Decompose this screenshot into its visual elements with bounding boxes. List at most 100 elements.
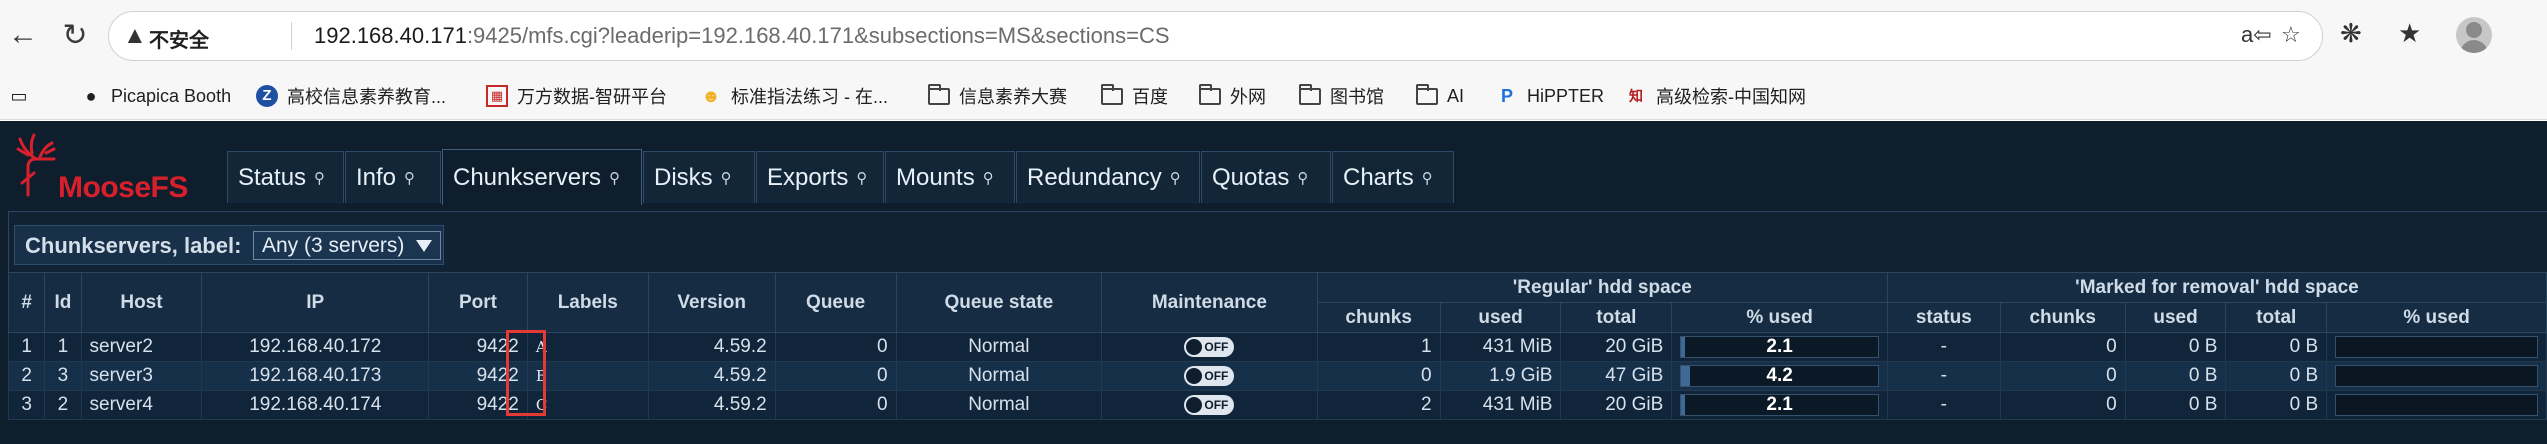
col-maintenance[interactable]: Maintenance (1101, 272, 1318, 333)
tab-redundancy[interactable]: Redundancy ⚲ (1016, 151, 1200, 203)
pin-icon[interactable]: ⚲ (983, 169, 994, 187)
back-icon[interactable]: ← (4, 16, 42, 54)
bookmark-cnki[interactable]: 知高级检索-中国知网 (1625, 82, 1806, 110)
tab-disks[interactable]: Disks ⚲ (643, 151, 755, 203)
col-removal-used[interactable]: used (2124, 302, 2227, 333)
col-id[interactable]: Id (44, 272, 82, 333)
cell-removal-total: 0 B (2225, 332, 2328, 362)
favorites-icon[interactable]: ★ (2398, 18, 2421, 49)
cell-removal-chunks: 0 (1999, 361, 2126, 391)
tab-exports[interactable]: Exports ⚲ (756, 151, 884, 203)
table-row[interactable]: 1 1 server2 192.168.40.172 9422 A 4.59.2… (7, 332, 2547, 362)
cell-used: 431 MiB (1439, 332, 1562, 362)
warning-icon[interactable]: ▲ (123, 22, 147, 50)
col-version[interactable]: Version (647, 272, 776, 333)
usage-bar: 2.1 (1680, 394, 1879, 416)
url-separator (291, 22, 292, 50)
cnki-icon: 知 (1629, 88, 1643, 104)
bookmark-folder-ai[interactable]: AI (1416, 82, 1464, 110)
url-text[interactable]: 192.168.40.171:9425/mfs.cgi?leaderip=192… (314, 23, 1170, 49)
pin-icon[interactable]: ⚲ (1297, 169, 1308, 187)
refresh-icon[interactable]: ↻ (56, 16, 94, 54)
col-removal-status[interactable]: status (1886, 302, 2001, 333)
bookmark-folder-baidu[interactable]: 百度 (1101, 82, 1168, 110)
cell-used: 1.9 GiB (1439, 361, 1562, 391)
col-used[interactable]: used (1439, 302, 1562, 333)
col-queue[interactable]: Queue (774, 272, 897, 333)
pin-icon[interactable]: ⚲ (856, 169, 867, 187)
cell-version: 4.59.2 (647, 390, 776, 420)
cell-num: 1 (7, 332, 46, 362)
bookmark-folder-library[interactable]: 图书馆 (1299, 82, 1384, 110)
cell-removal-total: 0 B (2225, 361, 2328, 391)
bookmark-folder-waiwang[interactable]: 外网 (1199, 82, 1266, 110)
folder-icon (1416, 83, 1438, 105)
col-removal-total[interactable]: total (2225, 302, 2328, 333)
extensions-icon[interactable]: ❋ (2340, 18, 2362, 49)
cell-queue-state: Normal (895, 332, 1103, 362)
tab-status[interactable]: Status ⚲ (227, 151, 344, 203)
tab-mounts[interactable]: Mounts ⚲ (885, 151, 1015, 203)
cell-ip: 192.168.40.173 (201, 361, 430, 391)
tab-info[interactable]: Info ⚲ (345, 151, 441, 203)
col-queue-state[interactable]: Queue state (895, 272, 1103, 333)
z-icon: Z (256, 85, 278, 107)
cell-removal-chunks: 0 (1999, 390, 2126, 420)
pin-icon[interactable]: ⚲ (314, 169, 325, 187)
bookmarks-menu-icon[interactable]: ▭ (8, 82, 39, 110)
bookmark-gaoxiao[interactable]: Z 高校信息素养教育... (256, 82, 446, 110)
moosefs-logo[interactable]: MooseFS (14, 133, 214, 204)
pin-icon[interactable]: ⚲ (1170, 169, 1181, 187)
pin-icon[interactable]: ⚲ (1422, 169, 1433, 187)
cell-maintenance: OFF (1101, 390, 1318, 420)
col-labels[interactable]: Labels (526, 272, 649, 333)
col-ip[interactable]: IP (201, 272, 430, 333)
bookmark-folder-xinxi[interactable]: 信息素养大赛 (928, 82, 1067, 110)
col-num[interactable]: # (7, 272, 46, 333)
tab-charts[interactable]: Charts ⚲ (1332, 151, 1454, 203)
tab-chunkservers[interactable]: Chunkservers ⚲ (442, 149, 642, 205)
address-bar[interactable]: ▲ 不安全 192.168.40.171:9425/mfs.cgi?leader… (108, 11, 2323, 61)
cell-num: 2 (7, 361, 46, 391)
cell-removal-status: - (1886, 390, 2001, 420)
profile-avatar[interactable] (2456, 17, 2492, 53)
bookmark-typing[interactable]: ☻ 标准指法练习 - 在... (700, 82, 888, 110)
favorite-star-icon[interactable]: ☆ (2281, 22, 2301, 48)
table-row[interactable]: 2 3 server3 192.168.40.173 9422 B 4.59.2… (7, 361, 2547, 391)
cell-id: 2 (44, 390, 82, 420)
read-aloud-icon[interactable]: a⇦ (2241, 22, 2272, 48)
maintenance-toggle[interactable]: OFF (1184, 336, 1235, 357)
label-select[interactable]: Any (3 servers) (253, 231, 441, 260)
cell-chunks: 2 (1316, 390, 1441, 420)
col-port[interactable]: Port (428, 272, 528, 333)
tab-quotas[interactable]: Quotas ⚲ (1201, 151, 1331, 203)
pin-icon[interactable]: ⚲ (404, 169, 415, 187)
insecure-label[interactable]: 不安全 (149, 24, 209, 53)
pin-icon[interactable]: ⚲ (721, 169, 732, 187)
col-chunks[interactable]: chunks (1316, 302, 1441, 333)
pin-icon[interactable]: ⚲ (609, 169, 620, 187)
cell-version: 4.59.2 (647, 361, 776, 391)
cell-pct-used: 2.1 (1671, 390, 1888, 420)
cell-ip: 192.168.40.172 (201, 332, 430, 362)
maintenance-toggle[interactable]: OFF (1184, 394, 1235, 415)
bookmark-picapica[interactable]: ● Picapica Booth (80, 82, 232, 110)
bookmark-hippter[interactable]: P HiPPTER (1496, 82, 1604, 110)
table-row[interactable]: 3 2 server4 192.168.40.174 9422 C 4.59.2… (7, 390, 2547, 420)
folder-icon (1299, 83, 1321, 105)
removal-usage-bar (2335, 336, 2538, 358)
cell-removal-status: - (1886, 332, 2001, 362)
cell-port: 9422 (428, 390, 528, 420)
col-removal-pct-used[interactable]: % used (2326, 302, 2547, 333)
moosefs-logo-text: MooseFS (58, 171, 188, 204)
col-host[interactable]: Host (80, 272, 203, 333)
maintenance-toggle[interactable]: OFF (1184, 365, 1235, 386)
bookmark-wanfang[interactable]: ▦ 万方数据-智研平台 (486, 82, 667, 110)
browser-toolbar: ← ↻ ▲ 不安全 192.168.40.171:9425/mfs.cgi?le… (0, 0, 2547, 72)
col-total[interactable]: total (1560, 302, 1673, 333)
cell-total: 47 GiB (1560, 361, 1673, 391)
col-pct-used[interactable]: % used (1671, 302, 1888, 333)
label-chip: A (535, 338, 547, 356)
label-chip: B (535, 367, 547, 385)
col-removal-chunks[interactable]: chunks (1999, 302, 2126, 333)
